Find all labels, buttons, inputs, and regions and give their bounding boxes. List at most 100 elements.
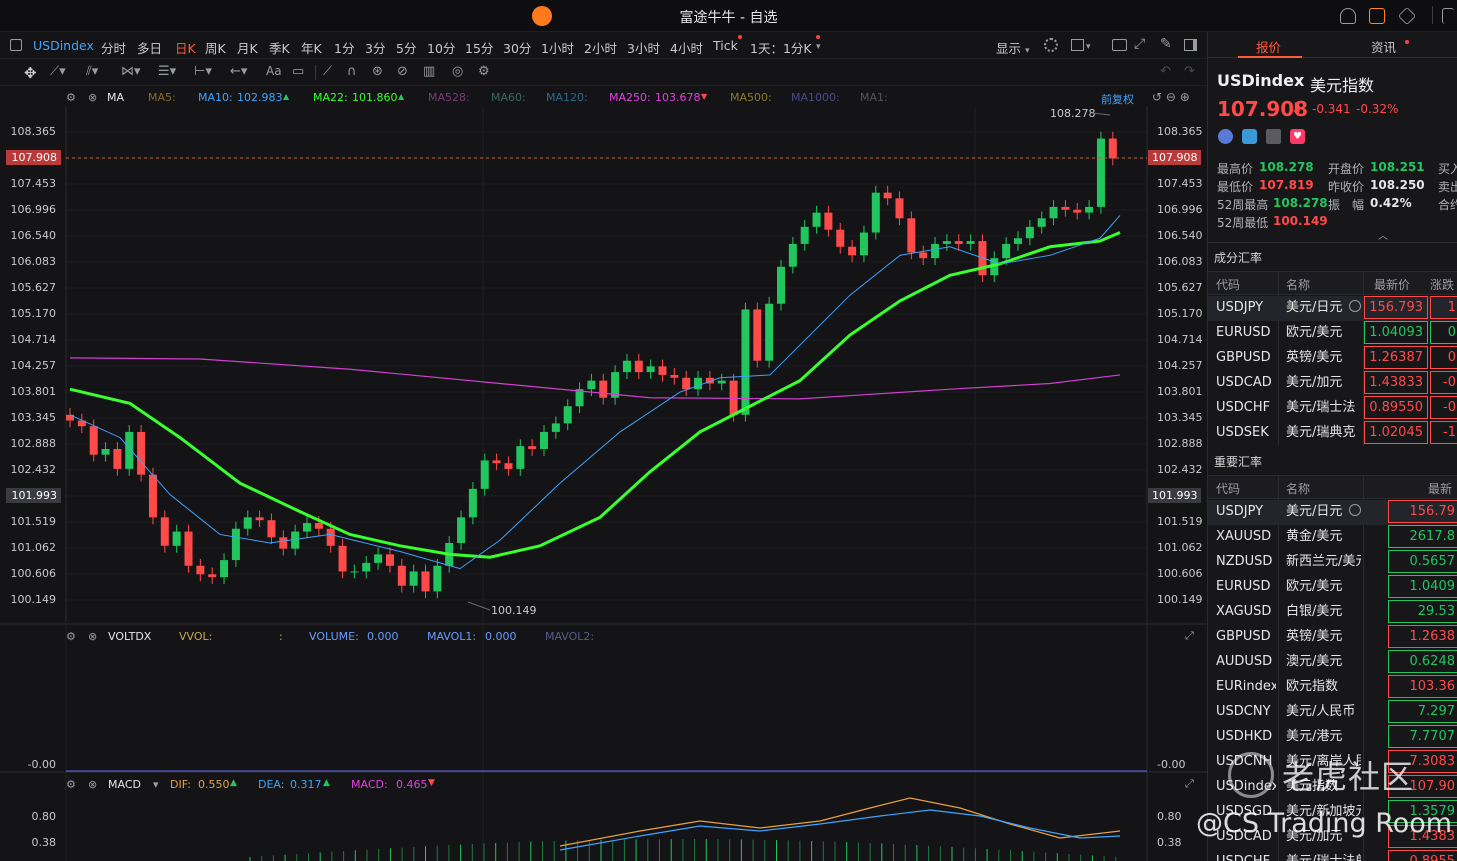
channel-tool-icon[interactable]: ⫽▾ (86, 64, 98, 79)
component_fx-header-0[interactable]: 代码 (1216, 276, 1240, 293)
volume-settings-icon[interactable]: ⚙ (66, 630, 76, 643)
display-menu[interactable]: 显示 ▾ (996, 38, 1030, 57)
volume-indicator-name[interactable]: VOLTDX (108, 630, 151, 643)
period-tab-12[interactable]: 30分 (503, 38, 531, 57)
period-tab-3[interactable]: 周K (205, 38, 226, 57)
tab-quote[interactable]: 报价 (1256, 37, 1281, 56)
crosshair-move-icon[interactable]: ✥ (24, 64, 37, 82)
period-tab-11[interactable]: 15分 (465, 38, 493, 57)
component_fx-row[interactable]: USDCAD 美元/加元 1.43833 -0 (1208, 371, 1457, 396)
chart-reset-icon[interactable]: ↺ ⊖ ⊕ (1152, 90, 1190, 104)
period-tab-13[interactable]: 1小时 (541, 38, 574, 57)
macd-expand-icon[interactable]: ⤢ (1185, 777, 1194, 791)
hide-icon[interactable]: ⊘ (397, 64, 408, 79)
collapse-chevron-icon[interactable]: ︿ (1378, 227, 1388, 242)
camera-icon[interactable] (1112, 39, 1127, 51)
major_fx-row[interactable]: XAGUSD 白银/美元 29.53 (1208, 600, 1457, 625)
major_fx-row[interactable]: USDCHF 美元/瑞士法郎 0.8955 (1208, 850, 1457, 861)
period-tab-9[interactable]: 5分 (396, 38, 416, 57)
globe-icon[interactable] (1218, 129, 1233, 144)
component_fx-row[interactable]: USDSEK 美元/瑞典克 1.02045 -1 (1208, 421, 1457, 446)
chart-canvas[interactable]: 108.278 100.149 (0, 86, 1207, 861)
panel-toggle-icon[interactable] (1184, 39, 1197, 51)
locate-icon[interactable] (1349, 504, 1361, 516)
period-tab-7[interactable]: 1分 (334, 38, 354, 57)
volume-expand-icon[interactable]: ⤢ (1185, 629, 1194, 643)
adjust-mode[interactable]: 前复权 (1101, 91, 1134, 107)
period-tab-16[interactable]: 4小时 (670, 38, 703, 57)
period-tab-17[interactable]: Tick (713, 38, 738, 53)
fib-tool-icon[interactable]: ☰▾ (158, 64, 176, 79)
lock-icon[interactable] (1369, 8, 1385, 24)
macd-close-icon[interactable]: ⊗ (88, 778, 97, 791)
measure-tool-icon[interactable]: ⊢▾ (194, 64, 212, 79)
layout-chevron-icon[interactable]: ▾ (1086, 42, 1091, 52)
major_fx-header-0[interactable]: 代码 (1216, 480, 1240, 497)
zigzag-tool-icon[interactable]: ⋈▾ (121, 64, 141, 79)
macd-settings-icon[interactable]: ⚙ (66, 778, 76, 791)
period-tab-4[interactable]: 月K (237, 38, 258, 57)
gear-icon[interactable] (1044, 38, 1058, 52)
redo-icon[interactable]: ↷ (1184, 64, 1195, 79)
major_fx-row[interactable]: XAUUSD 黄金/美元 2617.8 (1208, 525, 1457, 550)
major_fx-header-2[interactable]: 最新 (1428, 480, 1452, 497)
major_fx-row[interactable]: NZDUSD 新西兰元/美元 0.5657 (1208, 550, 1457, 575)
major_fx-row[interactable]: GBPUSD 英镑/美元 1.2638 (1208, 625, 1457, 650)
period-tab-14[interactable]: 2小时 (584, 38, 617, 57)
period-tab-0[interactable]: 分时 (101, 38, 126, 57)
pin-icon[interactable] (1442, 8, 1454, 24)
major_fx-row[interactable]: USDCNY 美元/人民币 7.297 (1208, 700, 1457, 725)
symbol-label[interactable]: USDindex (33, 38, 94, 53)
sidebar-toggle-icon[interactable] (10, 39, 22, 51)
component_fx-row[interactable]: USDJPY 美元/日元 156.793 1 (1208, 296, 1457, 321)
note-icon[interactable] (1266, 129, 1281, 144)
period-tab-1[interactable]: 多日 (137, 38, 162, 57)
period-tab-10[interactable]: 10分 (427, 38, 455, 57)
fullscreen-icon[interactable]: ⤢ (1134, 36, 1145, 52)
draw-settings-icon[interactable]: ⚙ (478, 64, 490, 79)
component_fx-row[interactable]: GBPUSD 英镑/美元 1.26387 0 (1208, 346, 1457, 371)
period-tab-8[interactable]: 3分 (365, 38, 385, 57)
main-indicator-name[interactable]: MA (107, 91, 124, 104)
chart-area[interactable]: 108.278 100.149 ⚙ ⊗ MA MA5: MA10: 102.983 ▲ M… (0, 86, 1207, 861)
component_fx-header-1[interactable]: 名称 (1286, 276, 1310, 293)
ruler-icon[interactable]: ⟋ (323, 64, 332, 79)
major_fx-row[interactable]: USDJPY 美元/日元 156.79 (1208, 500, 1457, 525)
layout-icon[interactable] (1071, 39, 1084, 51)
sync-icon[interactable]: ⊛ (372, 64, 383, 79)
undo-icon[interactable]: ↶ (1160, 64, 1171, 79)
favorite-heart-icon[interactable]: ♥ (1290, 129, 1305, 144)
component_fx-header-3[interactable]: 涨跌 (1430, 276, 1454, 293)
period-tab-6[interactable]: 年K (301, 38, 322, 57)
period-tab-2[interactable]: 日K (175, 38, 196, 57)
volume-close-icon[interactable]: ⊗ (88, 630, 97, 643)
period-tab-5[interactable]: 季K (269, 38, 290, 57)
eye-icon[interactable]: ◎ (452, 64, 463, 79)
major_fx-row[interactable]: EURindex 欧元指数 103.36 (1208, 675, 1457, 700)
magnet-icon[interactable]: ∩ (347, 64, 357, 79)
line-tool-icon[interactable]: ⟋▾ (50, 64, 66, 79)
macd-chevron-icon[interactable]: ▾ (153, 778, 159, 791)
major_fx-header-1[interactable]: 名称 (1286, 480, 1310, 497)
macd-indicator-name[interactable]: MACD (108, 778, 141, 791)
locate-icon[interactable] (1349, 300, 1361, 312)
tag-icon[interactable] (1242, 129, 1257, 144)
component_fx-row[interactable]: USDCHF 美元/瑞士法 0.89550 -0 (1208, 396, 1457, 421)
text-tool[interactable]: Aa (266, 64, 282, 78)
period-dropdown-chevron-icon[interactable]: ▾ (816, 42, 821, 52)
trash-icon[interactable]: ▥ (423, 64, 435, 79)
major_fx-row[interactable]: AUDUSD 澳元/美元 0.6248 (1208, 650, 1457, 675)
arrow-tool-icon[interactable]: ←▾ (230, 64, 247, 79)
component_fx-row[interactable]: EURUSD 欧元/美元 1.04093 0 (1208, 321, 1457, 346)
major_fx-row[interactable]: USDHKD 美元/港元 7.7707 (1208, 725, 1457, 750)
main-indicator-settings-icon[interactable]: ⚙ (66, 91, 76, 104)
headset-icon[interactable] (1340, 8, 1356, 24)
main-indicator-close-icon[interactable]: ⊗ (88, 91, 97, 104)
period-tab-18[interactable]: 1天：1分K (750, 38, 812, 57)
major_fx-row[interactable]: EURUSD 欧元/美元 1.0409 (1208, 575, 1457, 600)
tab-news[interactable]: 资讯 (1371, 37, 1396, 56)
pencil-icon[interactable]: ✎ (1160, 36, 1172, 52)
comment-tool-icon[interactable]: ▭ (292, 64, 304, 79)
period-tab-15[interactable]: 3小时 (627, 38, 660, 57)
component_fx-header-2[interactable]: 最新价 (1374, 276, 1410, 293)
